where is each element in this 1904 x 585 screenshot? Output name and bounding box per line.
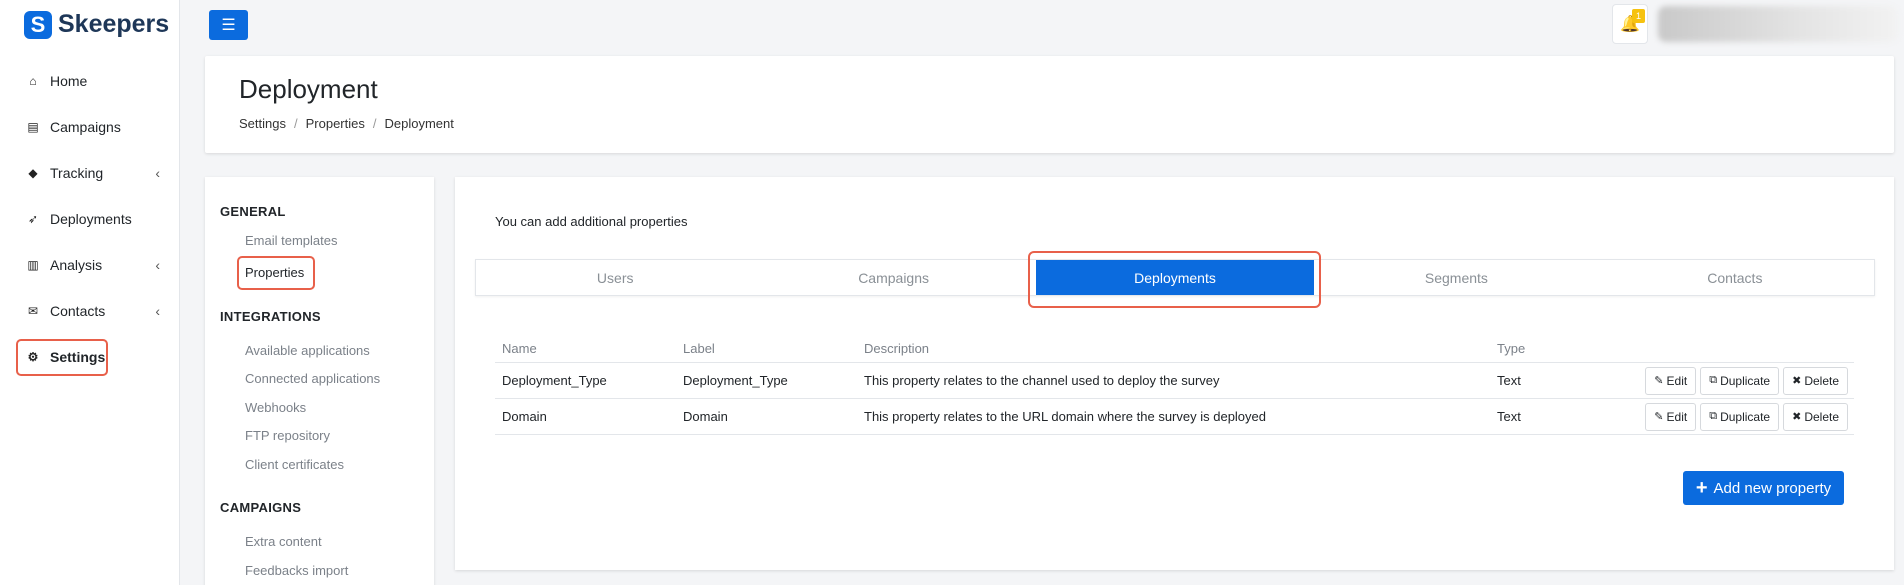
cell-name: Deployment_Type [502, 373, 607, 388]
nav-label: Contacts [50, 303, 106, 319]
tab-campaigns[interactable]: Campaigns [754, 260, 1032, 295]
chevron-left-icon: ‹ [155, 165, 160, 181]
cell-name: Domain [502, 409, 547, 424]
edit-label: Edit [1666, 409, 1688, 424]
section-general: GENERAL [220, 204, 286, 219]
nav-item-analysis[interactable]: ▥ Analysis ‹ [0, 242, 180, 288]
nav-label: Tracking [50, 165, 104, 181]
duplicate-label: Duplicate [1720, 409, 1771, 424]
col-description: Description [864, 341, 930, 356]
times-circle-icon: ✖ [1792, 411, 1802, 423]
add-new-property-button[interactable]: + Add new property [1683, 471, 1844, 505]
menu-toggle-button[interactable]: ☰ [209, 10, 248, 40]
bar-chart-icon: ▥ [27, 258, 39, 272]
section-campaigns: CAMPAIGNS [220, 500, 302, 515]
chevron-left-icon: ‹ [155, 257, 160, 273]
user-menu[interactable] [1658, 6, 1898, 42]
highlight-box [1028, 251, 1321, 308]
main-nav: ⌂ Home ▤ Campaigns ◆ Tracking ‹ ➶ Deploy… [0, 58, 180, 380]
edit-button[interactable]: ✎ Edit [1645, 402, 1697, 431]
tab-segments[interactable]: Segments [1317, 260, 1595, 295]
chevron-left-icon: ‹ [155, 303, 160, 319]
breadcrumb-settings[interactable]: Settings [239, 116, 286, 131]
delete-button[interactable]: ✖ Delete [1783, 366, 1848, 395]
menu-available-applications[interactable]: Available applications [245, 343, 370, 358]
settings-menu: GENERAL Email templates Properties INTEG… [205, 177, 434, 585]
times-circle-icon: ✖ [1792, 375, 1802, 387]
sidebar: S Skeepers ⌂ Home ▤ Campaigns ◆ Tracking… [0, 0, 180, 585]
breadcrumb-separator: / [372, 116, 377, 131]
breadcrumb-deployment: Deployment [384, 116, 454, 131]
edit-icon: ✎ [1654, 411, 1664, 423]
table-header: Name Label Description Type [495, 335, 1854, 363]
duplicate-label: Duplicate [1720, 373, 1771, 388]
highlight-box [16, 339, 108, 376]
row-actions: ✎ Edit ⧉ Duplicate ✖ Delete [1610, 366, 1854, 395]
col-name: Name [502, 341, 537, 356]
nav-item-campaigns[interactable]: ▤ Campaigns [0, 104, 180, 150]
tag-icon: ◆ [28, 166, 38, 180]
nav-label: Analysis [50, 257, 103, 273]
cell-type: Text [1497, 409, 1521, 424]
nav-label: Deployments [50, 211, 132, 227]
duplicate-button[interactable]: ⧉ Duplicate [1700, 402, 1780, 431]
duplicate-button[interactable]: ⧉ Duplicate [1700, 366, 1780, 395]
menu-properties[interactable]: Properties [245, 265, 304, 280]
nav-item-contacts[interactable]: ✉ Contacts ‹ [0, 288, 180, 334]
page-title: Deployment [239, 74, 378, 104]
page-header: Deployment Settings / Properties / Deplo… [205, 56, 1894, 153]
cell-label: Deployment_Type [683, 373, 788, 388]
tab-users[interactable]: Users [476, 260, 754, 295]
breadcrumb-separator: / [293, 116, 298, 131]
breadcrumb: Settings / Properties / Deployment [239, 116, 454, 131]
menu-connected-applications[interactable]: Connected applications [245, 371, 380, 386]
breadcrumb-properties[interactable]: Properties [306, 116, 365, 131]
table-row: Deployment_Type Deployment_Type This pro… [495, 363, 1854, 399]
cell-label: Domain [683, 409, 728, 424]
menu-webhooks[interactable]: Webhooks [245, 400, 306, 415]
nav-item-tracking[interactable]: ◆ Tracking ‹ [0, 150, 180, 196]
table-row: Domain Domain This property relates to t… [495, 399, 1854, 435]
rocket-icon: ➶ [27, 212, 39, 226]
nav-item-settings[interactable]: ⚙ Settings [0, 334, 180, 380]
intro-text: You can add additional properties [495, 214, 688, 229]
delete-label: Delete [1804, 373, 1839, 388]
menu-client-certificates[interactable]: Client certificates [245, 457, 344, 472]
nav-item-home[interactable]: ⌂ Home [0, 58, 180, 104]
nav-label: Home [50, 73, 88, 89]
menu-ftp-repository[interactable]: FTP repository [245, 428, 330, 443]
delete-label: Delete [1804, 409, 1839, 424]
hamburger-icon: ☰ [221, 17, 236, 34]
cell-description: This property relates to the URL domain … [864, 409, 1266, 424]
properties-table: Name Label Description Type Deployment_T… [495, 335, 1854, 435]
edit-label: Edit [1666, 373, 1688, 388]
nav-item-deployments[interactable]: ➶ Deployments [0, 196, 180, 242]
delete-button[interactable]: ✖ Delete [1783, 402, 1848, 431]
copy-icon: ⧉ [1709, 410, 1718, 422]
properties-panel: You can add additional properties Users … [455, 177, 1894, 570]
col-label: Label [683, 341, 715, 356]
cell-type: Text [1497, 373, 1521, 388]
edit-button[interactable]: ✎ Edit [1645, 366, 1697, 395]
row-actions: ✎ Edit ⧉ Duplicate ✖ Delete [1610, 402, 1854, 431]
section-integrations: INTEGRATIONS [220, 309, 321, 324]
cell-description: This property relates to the channel use… [864, 373, 1220, 388]
menu-extra-content[interactable]: Extra content [245, 534, 322, 549]
tab-contacts[interactable]: Contacts [1596, 260, 1874, 295]
notification-badge: 1 [1632, 9, 1645, 23]
home-icon: ⌂ [29, 74, 37, 88]
copy-icon: ⧉ [1709, 374, 1718, 386]
nav-label: Campaigns [50, 119, 121, 135]
menu-feedbacks-import[interactable]: Feedbacks import [245, 563, 348, 578]
brand-name: Skeepers [58, 10, 170, 38]
edit-icon: ✎ [1654, 375, 1664, 387]
file-icon: ▤ [27, 120, 39, 134]
skeepers-logo-icon: S [24, 10, 52, 39]
plus-icon: + [1695, 477, 1708, 499]
brand-logo[interactable]: S Skeepers [24, 10, 169, 39]
col-type: Type [1497, 341, 1526, 356]
menu-email-templates[interactable]: Email templates [245, 233, 337, 248]
envelope-icon: ✉ [27, 304, 39, 318]
add-button-label: Add new property [1713, 479, 1832, 497]
